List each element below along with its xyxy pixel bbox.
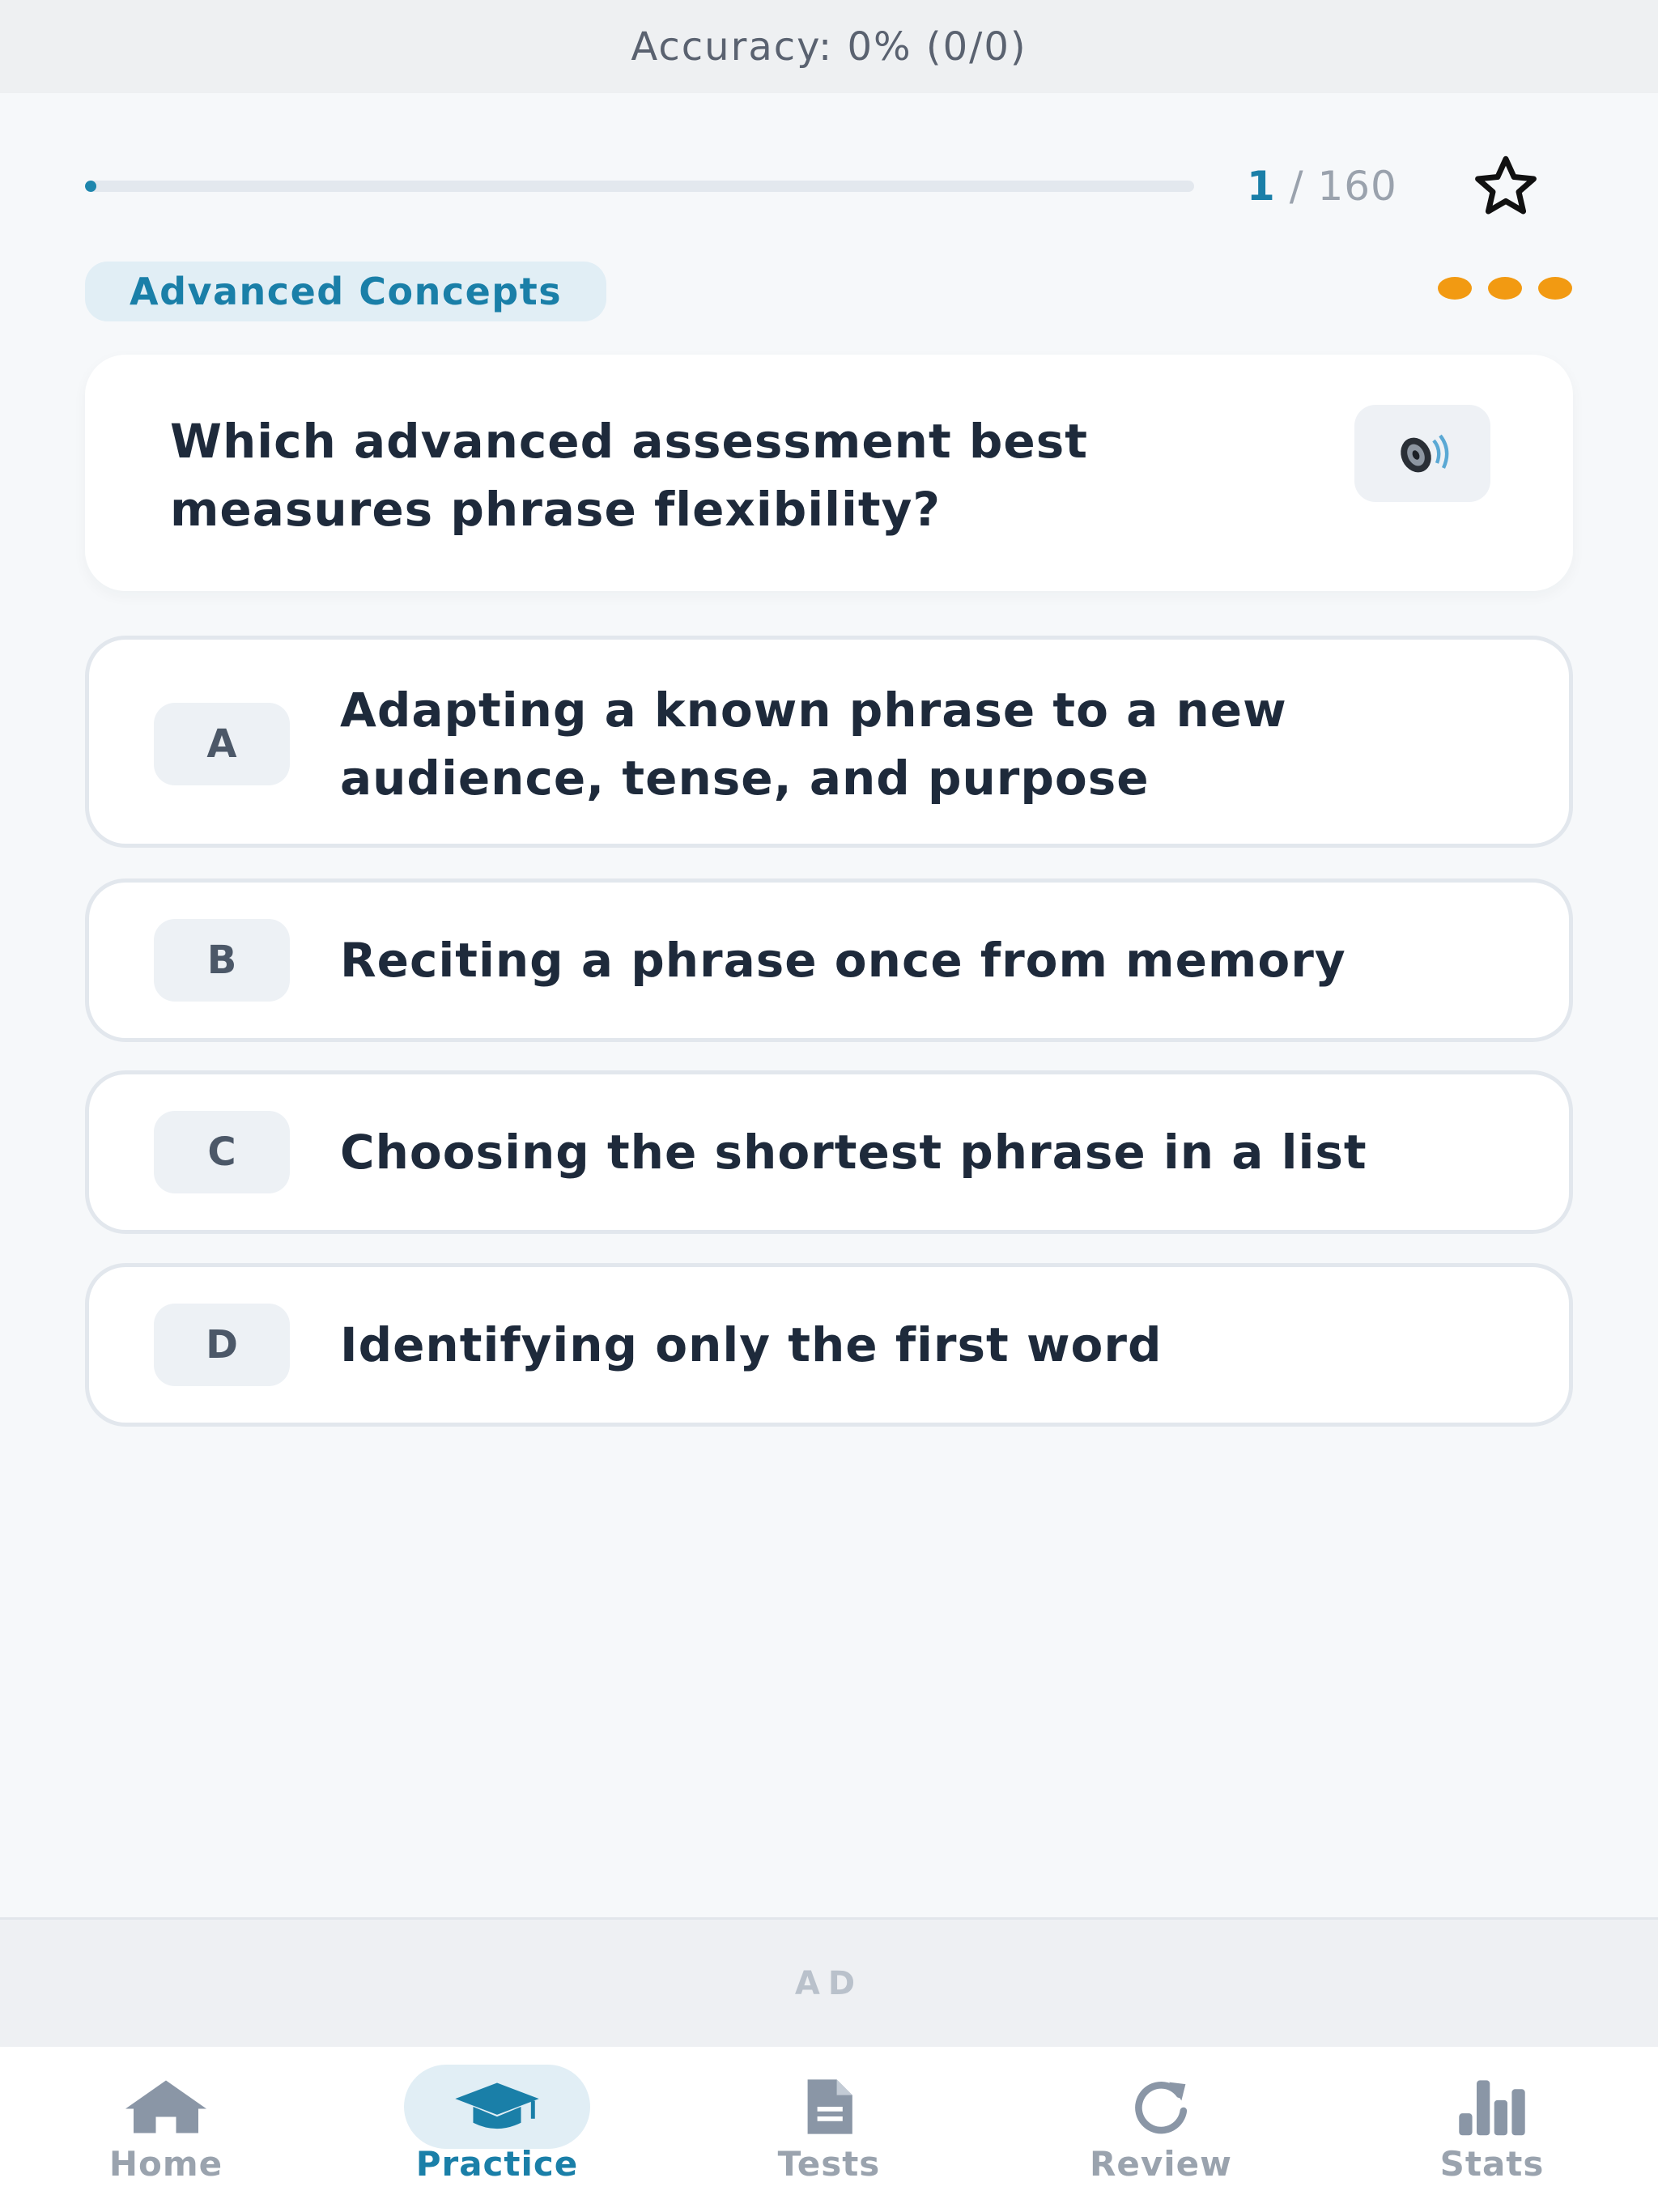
tab-label: Review (1090, 2144, 1232, 2184)
category-badge: Advanced Concepts (85, 262, 607, 321)
category-label: Advanced Concepts (130, 270, 563, 313)
progress-bar-fill (85, 181, 96, 192)
option-letter: C (154, 1111, 290, 1193)
bar-chart-icon (1399, 2065, 1585, 2149)
answer-option-c[interactable]: C Choosing the shortest phrase in a list (85, 1070, 1573, 1234)
tab-review[interactable]: Review (1039, 2047, 1282, 2212)
graduation-cap-icon (404, 2065, 590, 2149)
star-icon (1474, 155, 1537, 215)
dot-icon (1538, 277, 1572, 300)
dot-icon (1488, 277, 1522, 300)
tab-home[interactable]: Home (45, 2047, 287, 2212)
bookmark-star-button[interactable] (1470, 151, 1541, 222)
ad-banner[interactable]: AD (0, 1917, 1658, 2047)
tab-practice[interactable]: Practice (376, 2047, 619, 2212)
audio-button[interactable] (1354, 405, 1490, 502)
question-card: Which advanced assessment best measures … (85, 355, 1573, 591)
current-question-number: 1 (1247, 163, 1276, 210)
answer-option-a[interactable]: A Adapting a known phrase to a new audie… (85, 636, 1573, 848)
tab-label: Tests (777, 2144, 881, 2184)
more-options-button[interactable] (1438, 277, 1572, 300)
question-text: Which advanced assessment best measures … (170, 414, 1088, 537)
option-letter: D (154, 1304, 290, 1386)
tab-label: Home (108, 2144, 223, 2184)
option-letter: B (154, 919, 290, 1002)
option-text: Adapting a known phrase to a new audienc… (340, 683, 1287, 806)
bottom-tab-bar: Home Practice Tests Review Stats (0, 2047, 1658, 2212)
ad-label: AD (794, 1964, 864, 2002)
option-text: Identifying only the first word (340, 1317, 1163, 1372)
document-icon (736, 2065, 922, 2149)
tab-label: Stats (1439, 2144, 1545, 2184)
accuracy-header: Accuracy: 0% (0/0) (0, 0, 1658, 93)
tab-stats[interactable]: Stats (1371, 2047, 1613, 2212)
progress-row: 1 / 160 (85, 154, 1591, 219)
question-counter: 1 / 160 (1247, 163, 1397, 210)
option-text: Choosing the shortest phrase in a list (340, 1125, 1367, 1180)
home-icon (73, 2065, 259, 2149)
answer-option-b[interactable]: B Reciting a phrase once from memory (85, 878, 1573, 1042)
refresh-icon (1068, 2065, 1254, 2149)
option-text: Reciting a phrase once from memory (340, 933, 1346, 988)
speaker-icon (1401, 434, 1449, 473)
dot-icon (1438, 277, 1472, 300)
answer-option-d[interactable]: D Identifying only the first word (85, 1263, 1573, 1427)
tab-tests[interactable]: Tests (708, 2047, 950, 2212)
accuracy-text: Accuracy: 0% (0/0) (631, 23, 1027, 70)
total-questions: 160 (1317, 163, 1397, 210)
tab-label: Practice (415, 2144, 579, 2184)
counter-separator: / (1275, 163, 1318, 210)
progress-bar (85, 181, 1194, 192)
option-letter: A (154, 703, 290, 785)
